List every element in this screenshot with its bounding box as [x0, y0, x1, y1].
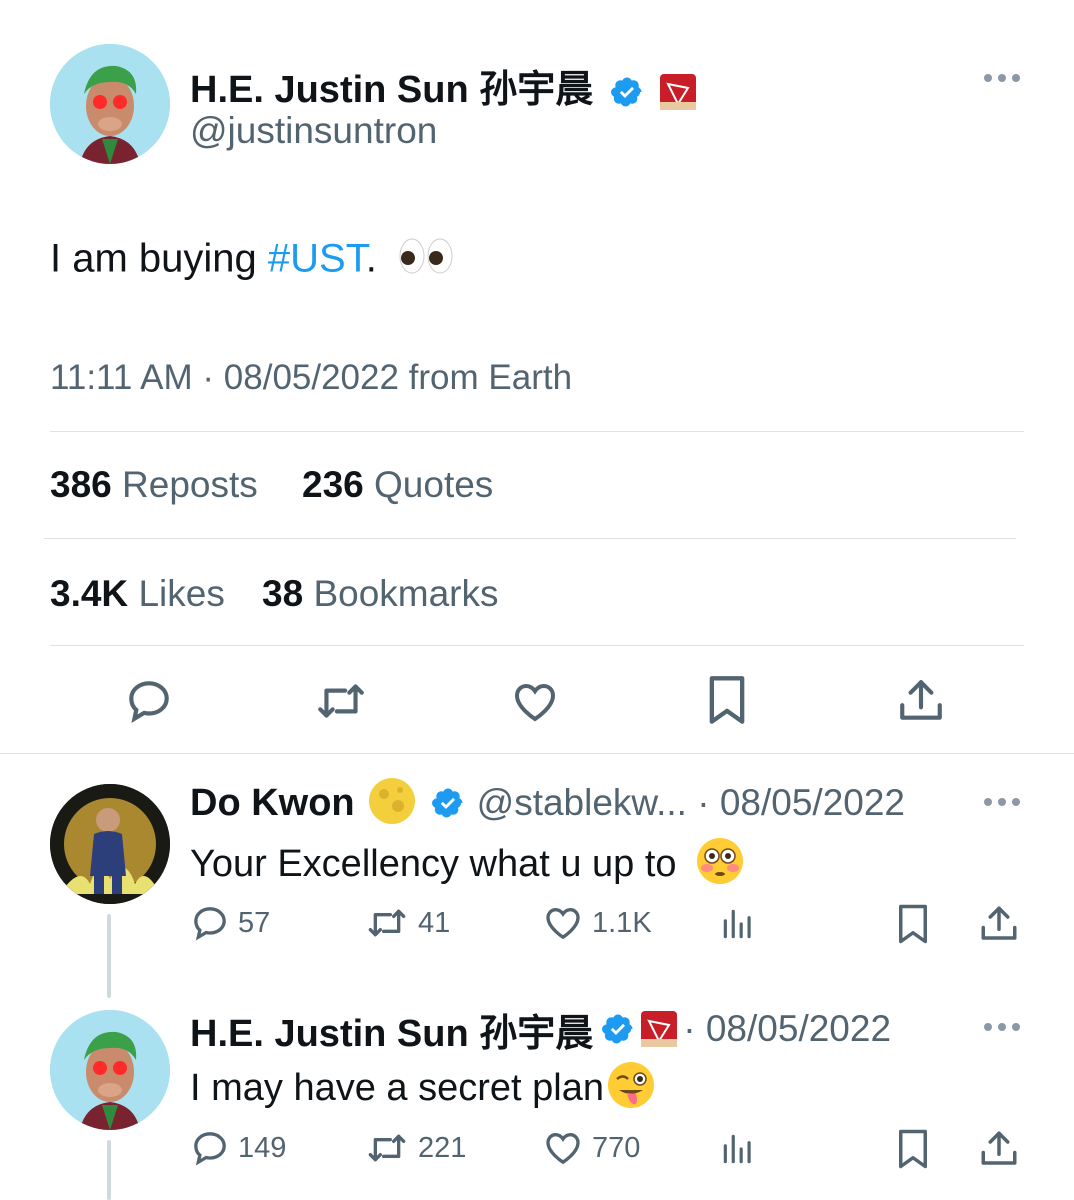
winking-tongue-emoji-icon	[606, 1060, 656, 1120]
views-icon[interactable]	[718, 905, 758, 943]
reply-reply-action[interactable]: 57	[190, 903, 270, 943]
reply-icon	[190, 1128, 230, 1168]
bookmark-icon[interactable]	[894, 1128, 932, 1170]
reposts-count: 386	[50, 464, 112, 505]
more-icon[interactable]	[984, 1021, 1024, 1033]
verified-icon	[431, 786, 465, 820]
reply-like-action[interactable]: 1.1K	[542, 903, 652, 943]
reply-author-name[interactable]: H.E. Justin Sun 孙宇晨	[190, 1002, 593, 1057]
bookmark-icon[interactable]	[894, 903, 932, 945]
hashtag-link[interactable]: #UST	[268, 237, 366, 281]
views-icon[interactable]	[718, 1130, 758, 1168]
quotes-label: Quotes	[374, 464, 494, 505]
bookmarks-stat[interactable]: 38 Bookmarks	[262, 573, 499, 615]
reply-header: H.E. Justin Sun 孙宇晨 · 08/05/2022	[190, 1006, 891, 1055]
like-icon	[542, 903, 584, 943]
share-icon[interactable]	[978, 903, 1020, 945]
author-avatar[interactable]	[50, 44, 170, 164]
repost-icon	[364, 1128, 410, 1168]
reply-avatar[interactable]	[50, 1010, 170, 1130]
author-name[interactable]: H.E. Justin Sun 孙宇晨	[190, 58, 698, 113]
bookmarks-label: Bookmarks	[313, 573, 499, 614]
reply-count: 149	[238, 1131, 287, 1164]
more-icon[interactable]	[984, 796, 1024, 808]
likes-label: Likes	[138, 573, 225, 614]
reply-text-content: I may have a secret plan	[190, 1067, 604, 1110]
reply-count: 57	[238, 906, 271, 939]
verified-icon	[601, 1012, 635, 1046]
flushed-emoji-icon	[695, 836, 745, 896]
divider	[50, 431, 1024, 432]
reply-icon	[190, 903, 230, 943]
tweet-text-suffix: .	[365, 236, 377, 281]
tweet-text: I am buying #UST.	[50, 236, 454, 286]
reply-text-content: Your Excellency what u up to	[190, 843, 677, 886]
bookmark-icon[interactable]	[704, 674, 750, 726]
reply-text: I may have a secret plan	[190, 1060, 656, 1120]
reply-reply-action[interactable]: 149	[190, 1128, 286, 1168]
tweet-text-prefix: I am buying	[50, 236, 268, 281]
reply-author-name[interactable]: Do Kwon	[190, 782, 355, 825]
reply-header: Do Kwon @stablekw... · 08/05/2022	[190, 777, 905, 826]
thread-line	[107, 914, 111, 998]
moon-emoji-icon	[367, 776, 417, 831]
bookmarks-count: 38	[262, 573, 304, 614]
repost-icon[interactable]	[314, 676, 368, 726]
share-icon[interactable]	[978, 1128, 1020, 1170]
like-icon	[542, 1128, 584, 1168]
reply-repost-action[interactable]: 221	[364, 1128, 466, 1168]
reposts-label: Reposts	[122, 464, 258, 505]
tron-badge-icon	[639, 1009, 679, 1049]
reply-repost-action[interactable]: 41	[364, 903, 450, 943]
author-name-text: H.E. Justin Sun 孙宇晨	[190, 69, 594, 111]
likes-count: 3.4K	[50, 573, 129, 614]
reply-text: Your Excellency what u up to	[190, 836, 745, 896]
quotes-count: 236	[302, 464, 364, 505]
likes-stat[interactable]: 3.4K Likes	[50, 573, 225, 615]
quotes-stat[interactable]: 236 Quotes	[302, 464, 493, 506]
reply-handle-date[interactable]: @stablekw... · 08/05/2022	[477, 782, 905, 824]
share-icon[interactable]	[896, 676, 946, 726]
repost-count: 41	[418, 906, 451, 939]
more-icon[interactable]	[984, 72, 1024, 84]
like-count: 1.1K	[592, 906, 652, 939]
verified-icon	[610, 75, 644, 109]
reply-icon[interactable]	[124, 676, 174, 726]
reposts-stat[interactable]: 386 Reposts	[50, 464, 258, 506]
repost-icon	[364, 903, 410, 943]
thread-line	[107, 1140, 111, 1200]
reply-avatar[interactable]	[50, 784, 170, 904]
tron-badge-icon	[658, 72, 698, 112]
author-handle[interactable]: @justinsuntron	[190, 110, 437, 152]
like-count: 770	[592, 1131, 641, 1164]
like-icon[interactable]	[510, 678, 560, 726]
repost-count: 221	[418, 1131, 467, 1164]
eyes-emoji-icon	[398, 236, 454, 286]
divider	[44, 538, 1016, 539]
tweet-timestamp[interactable]: 11:11 AM · 08/05/2022 from Earth	[50, 358, 572, 398]
reply-like-action[interactable]: 770	[542, 1128, 640, 1168]
reply-handle-date[interactable]: · 08/05/2022	[683, 1008, 891, 1050]
divider	[0, 753, 1074, 754]
divider	[50, 645, 1024, 646]
